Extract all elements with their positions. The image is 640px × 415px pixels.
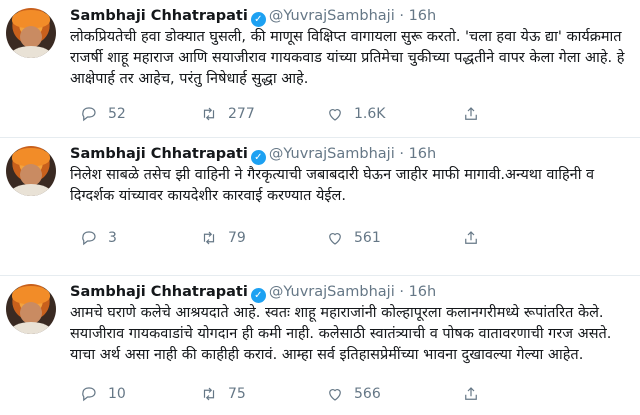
author-name[interactable]: Sambhaji Chhatrapati	[70, 8, 248, 24]
reply-button[interactable]: 3	[80, 228, 117, 248]
retweet-icon	[203, 107, 215, 121]
tweet[interactable]: Sambhaji Chhatrapati ✓ @YuvrajSambhaji · 1…	[0, 138, 640, 276]
separator-dot: ·	[399, 8, 404, 24]
reply-count: 10	[108, 386, 126, 402]
tweet-actions: 52 277 1.6K	[70, 104, 590, 124]
tweet-text: आमचे घराणे कलेचे आश्रयदाते आहे. स्वतः शा…	[70, 305, 612, 363]
share-icon	[465, 107, 477, 120]
verified-badge-icon: ✓	[250, 12, 266, 27]
retweet-count: 75	[228, 386, 246, 402]
author-handle[interactable]: @YuvrajSambhaji	[269, 146, 395, 162]
like-button[interactable]: 561	[326, 228, 381, 248]
avatar[interactable]	[6, 146, 56, 196]
tweet-actions: 10 75 566	[70, 384, 590, 404]
tweet-text: लोकप्रियतेची हवा डोक्यात घुसली, की माणूस…	[70, 29, 625, 87]
tweet[interactable]: Sambhaji Chhatrapati ✓ @YuvrajSambhaji · 1…	[0, 276, 640, 414]
author-name[interactable]: Sambhaji Chhatrapati	[70, 146, 248, 162]
author-name[interactable]: Sambhaji Chhatrapati	[70, 284, 248, 300]
avatar-coat	[10, 46, 52, 58]
like-count: 566	[354, 386, 381, 402]
avatar-face	[20, 164, 42, 186]
avatar[interactable]	[6, 8, 56, 58]
like-icon	[329, 233, 341, 245]
retweet-button[interactable]: 277	[200, 104, 255, 124]
separator-dot: ·	[399, 284, 404, 300]
retweet-icon	[203, 231, 215, 245]
tweet-actions: 3 79 561	[70, 228, 590, 248]
verified-badge-icon: ✓	[250, 150, 266, 165]
tweet-list: Sambhaji Chhatrapati ✓ @YuvrajSambhaji · 1…	[0, 0, 640, 414]
tweet-header: Sambhaji Chhatrapati ✓ @YuvrajSambhaji · 1…	[70, 6, 436, 27]
share-icon	[465, 231, 477, 244]
like-button[interactable]: 1.6K	[326, 104, 385, 124]
share-button[interactable]	[462, 104, 480, 124]
reply-icon	[82, 107, 96, 122]
like-icon	[329, 389, 341, 401]
reply-count: 52	[108, 106, 126, 122]
like-icon	[329, 109, 341, 121]
retweet-icon	[203, 387, 215, 401]
avatar-coat	[10, 184, 52, 196]
share-icon	[465, 387, 477, 400]
like-count: 561	[354, 230, 381, 246]
avatar-face	[20, 26, 42, 48]
tweet-time[interactable]: 16h	[409, 146, 437, 162]
reply-count: 3	[108, 230, 117, 246]
like-button[interactable]: 566	[326, 384, 381, 404]
tweet-header: Sambhaji Chhatrapati ✓ @YuvrajSambhaji · 1…	[70, 282, 436, 303]
author-handle[interactable]: @YuvrajSambhaji	[269, 284, 395, 300]
tweet[interactable]: Sambhaji Chhatrapati ✓ @YuvrajSambhaji · 1…	[0, 0, 640, 138]
avatar[interactable]	[6, 284, 56, 334]
reply-button[interactable]: 52	[80, 104, 126, 124]
tweet-header: Sambhaji Chhatrapati ✓ @YuvrajSambhaji · 1…	[70, 144, 436, 165]
separator-dot: ·	[399, 146, 404, 162]
reply-button[interactable]: 10	[80, 384, 126, 404]
author-handle[interactable]: @YuvrajSambhaji	[269, 8, 395, 24]
like-count: 1.6K	[354, 106, 386, 122]
retweet-button[interactable]: 79	[200, 228, 246, 248]
reply-icon	[82, 231, 96, 246]
retweet-button[interactable]: 75	[200, 384, 246, 404]
reply-icon	[82, 387, 96, 402]
tweet-text: निलेश साबळे तसेच झी वाहिनी ने गैरकृत्याच…	[70, 167, 595, 204]
verified-badge-icon: ✓	[250, 288, 266, 303]
retweet-count: 277	[228, 106, 255, 122]
tweet-time[interactable]: 16h	[409, 8, 437, 24]
share-button[interactable]	[462, 384, 480, 404]
avatar-face	[20, 302, 42, 324]
avatar-coat	[10, 322, 52, 334]
retweet-count: 79	[228, 230, 246, 246]
tweet-time[interactable]: 16h	[409, 284, 437, 300]
share-button[interactable]	[462, 228, 480, 248]
